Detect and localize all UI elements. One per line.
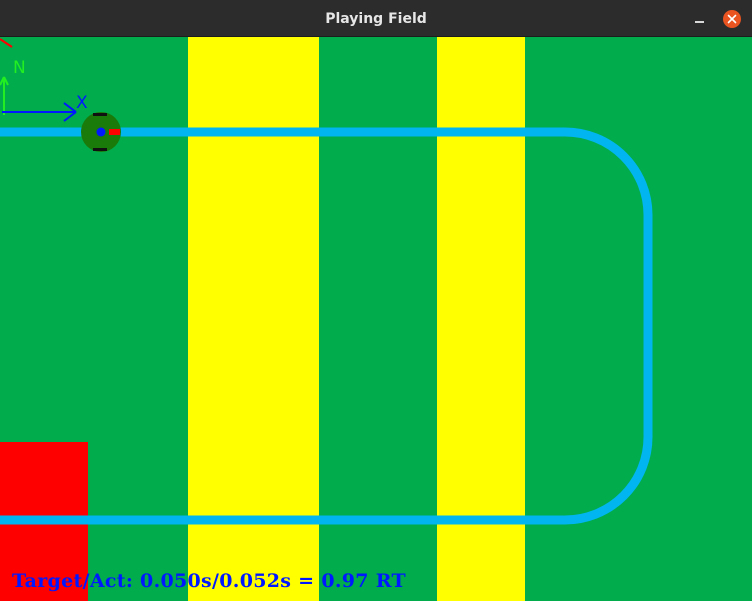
close-icon bbox=[727, 14, 737, 24]
robot-heading-marker bbox=[109, 129, 120, 135]
x-axis-label: X bbox=[76, 93, 88, 113]
title-bar[interactable]: Playing Field bbox=[0, 0, 752, 37]
realtime-status-text: Target/Act: 0.050s/0.052s = 0.97 RT bbox=[12, 570, 406, 592]
field-canvas bbox=[0, 37, 752, 601]
robot-wheel-bottom bbox=[93, 148, 107, 151]
close-button[interactable] bbox=[723, 10, 741, 28]
robot-center-dot bbox=[96, 127, 106, 137]
minimize-button[interactable] bbox=[690, 9, 710, 29]
north-axis-label: N bbox=[13, 58, 26, 78]
app-window: Playing Field N X Target/Act: 0.050s/0.0… bbox=[0, 0, 752, 601]
playing-field[interactable]: N X Target/Act: 0.050s/0.052s = 0.97 RT bbox=[0, 37, 752, 601]
robot bbox=[81, 112, 121, 152]
window-title: Playing Field bbox=[325, 11, 427, 27]
robot-wheel-top bbox=[93, 113, 107, 116]
